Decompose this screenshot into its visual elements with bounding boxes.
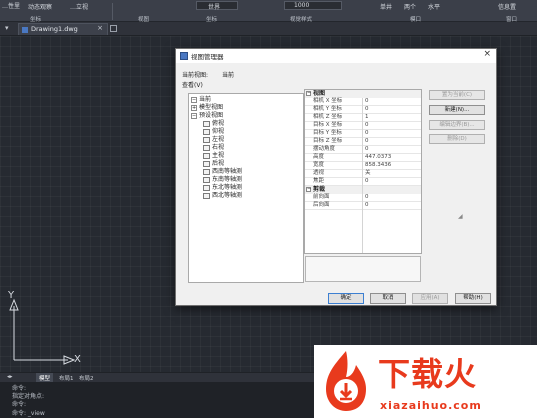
close-icon[interactable]: × <box>483 49 491 59</box>
view-cube-icon <box>203 184 210 191</box>
command-history-line: 命令: <box>12 401 27 408</box>
ribbon-single-button[interactable]: 单井 <box>380 2 392 11</box>
ribbon-item-0[interactable]: …性里 <box>2 1 20 10</box>
view-cube-icon <box>203 144 210 151</box>
tree-node-right[interactable]: 右视 <box>203 144 224 152</box>
tree-node-sw-iso[interactable]: 西南等轴测 <box>203 168 242 176</box>
edit-boundaries-button[interactable]: 编辑边界(B)... <box>429 120 485 130</box>
ribbon: …性里 动态观察 …立视 世界 1000 单井 两个 水平 信息置 坐标 视图 … <box>0 0 537 23</box>
collapse-icon[interactable]: − <box>306 187 311 192</box>
new-view-button[interactable]: 新建(N)... <box>429 105 485 115</box>
properties-grid[interactable]: − 视图 相机 X 坐标 0 相机 Y 坐标 0 相机 Z 坐标 1 目标 X 坐标 0 … <box>304 89 422 254</box>
current-view-value: 当前 <box>222 72 235 79</box>
tree-node-back[interactable]: 后视 <box>203 160 224 168</box>
tree-node-preset-views[interactable]: − 预设视图 <box>191 112 223 120</box>
apply-button[interactable]: 应用(A) <box>412 293 448 304</box>
current-view-label: 当前视图: <box>182 72 209 79</box>
tree-node-ne-iso[interactable]: 东北等轴测 <box>203 184 242 192</box>
views-list-label: 查看(V) <box>182 82 203 89</box>
view-cube-icon <box>203 192 210 199</box>
collapse-icon[interactable]: − <box>191 96 197 103</box>
menu-arrow-icon[interactable]: ▾ <box>5 24 9 32</box>
prop-row[interactable]: 透视关 <box>305 170 421 178</box>
prop-row[interactable]: 摆动角度 0 <box>305 146 421 154</box>
prop-row[interactable]: 后向面 0 <box>305 202 421 210</box>
view-cube-icon <box>203 152 210 159</box>
view-cube-icon <box>203 160 210 167</box>
cancel-button[interactable]: 取消 <box>370 293 406 304</box>
prop-row[interactable]: 目标 Z 坐标 0 <box>305 138 421 146</box>
watermark-url: xiazaihuo.com <box>380 399 482 412</box>
ribbon-horizontal-button[interactable]: 水平 <box>428 2 440 11</box>
command-input[interactable]: 命令: _view <box>12 408 45 417</box>
ribbon-orbit-button[interactable]: 动态观察 <box>28 2 52 11</box>
column-divider[interactable] <box>362 98 363 253</box>
tree-node-front[interactable]: 主视 <box>203 152 224 160</box>
view-cube-icon <box>203 136 210 143</box>
document-tab[interactable]: Drawing1.dwg × <box>18 23 108 35</box>
expand-icon[interactable]: + <box>191 104 197 111</box>
resize-grip-icon[interactable]: ◢ <box>458 213 463 220</box>
flame-logo-icon <box>326 351 366 411</box>
tree-node-top[interactable]: 俯视 <box>203 120 224 128</box>
view-cube-icon <box>203 168 210 175</box>
view-cube-icon <box>203 176 210 183</box>
prop-row[interactable]: 前向面 0 <box>305 194 421 202</box>
view-cube-icon <box>203 128 210 135</box>
tree-node-model-views[interactable]: + 模型视图 <box>191 104 223 112</box>
close-tab-icon[interactable]: × <box>97 24 103 32</box>
ok-button[interactable]: 确定 <box>328 293 364 304</box>
prop-category-view[interactable]: − 视图 <box>305 90 421 98</box>
tree-node-current[interactable]: − 当前 <box>191 96 211 104</box>
prop-row[interactable]: 目标 X 坐标 0 <box>305 122 421 130</box>
watermark-title: 下载火 <box>378 355 478 393</box>
scale-dropdown[interactable] <box>284 1 342 10</box>
prop-row[interactable]: 宽度 858.3436 <box>305 162 421 170</box>
ribbon-view-button[interactable]: …立视 <box>70 2 88 11</box>
tree-node-nw-iso[interactable]: 西北等轴测 <box>203 192 242 200</box>
prop-row[interactable]: 目标 Y 坐标 0 <box>305 130 421 138</box>
watermark-logo: 下载火 xiazaihuo.com <box>314 345 537 418</box>
prop-category-clip[interactable]: − 剪裁 <box>305 186 421 194</box>
ribbon-two-button[interactable]: 两个 <box>404 2 416 11</box>
dialog-title: 视图管理器 <box>191 53 224 61</box>
collapse-icon[interactable]: − <box>306 91 311 96</box>
ucs-x-label: X <box>74 354 81 365</box>
ribbon-info-button[interactable]: 信息置 <box>498 2 516 11</box>
tree-node-left[interactable]: 左视 <box>203 136 224 144</box>
set-current-button[interactable]: 置为当前(C) <box>429 90 485 100</box>
tree-node-bottom[interactable]: 仰视 <box>203 128 224 136</box>
scale-dropdown-value: 1000 <box>294 2 310 9</box>
prop-row[interactable]: 相机 Z 坐标 1 <box>305 114 421 122</box>
views-tree[interactable]: − 当前 + 模型视图 − 预设视图 俯视 仰视 左视 右视 主视 后视 西南等轴测 … <box>188 93 304 283</box>
view-cube-icon <box>203 120 210 127</box>
tree-node-se-iso[interactable]: 东南等轴测 <box>203 176 242 184</box>
dialog-titlebar[interactable]: 视图管理器 × <box>176 49 496 63</box>
delete-button[interactable]: 删除(D) <box>429 134 485 144</box>
prop-row[interactable]: 高度 447.0373 <box>305 154 421 162</box>
document-tabbar: ▾ Drawing1.dwg × <box>0 22 537 36</box>
collapse-icon[interactable]: − <box>191 112 197 119</box>
dialog-app-icon <box>180 52 188 60</box>
drawing-file-icon <box>22 27 28 33</box>
prop-row[interactable]: 相机 Y 坐标 0 <box>305 106 421 114</box>
view-manager-dialog: 视图管理器 × 当前视图: 当前 查看(V) − 当前 + 模型视图 − 预设视图 俯… <box>175 48 497 306</box>
description-box <box>305 256 421 282</box>
document-tab-label: Drawing1.dwg <box>31 25 78 33</box>
new-tab-icon[interactable] <box>110 25 117 32</box>
ucs-dropdown-value: 世界 <box>208 4 221 11</box>
prop-row[interactable]: 相机 X 坐标 0 <box>305 98 421 106</box>
ribbon-separator <box>112 3 113 20</box>
help-button[interactable]: 帮助(H) <box>455 293 491 304</box>
ucs-y-label: Y <box>8 290 15 301</box>
prop-row[interactable]: 焦距 0 <box>305 178 421 186</box>
